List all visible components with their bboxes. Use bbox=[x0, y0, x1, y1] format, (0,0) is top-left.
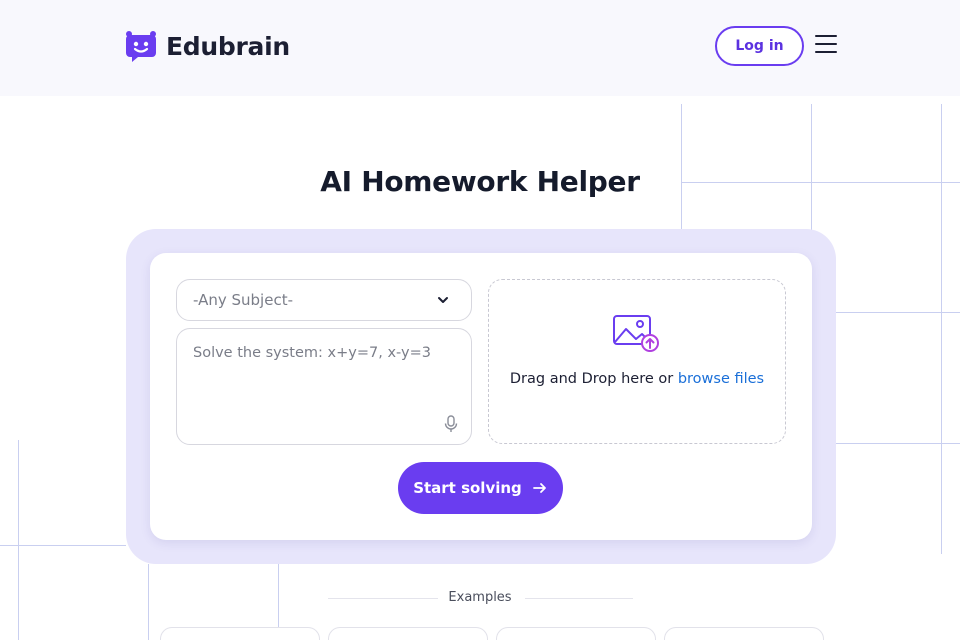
file-drop-zone[interactable] bbox=[488, 279, 786, 444]
page-title: AI Homework Helper bbox=[320, 165, 640, 198]
question-input[interactable]: Solve the system: x+y=7, x-y=3 bbox=[176, 328, 472, 445]
example-card[interactable] bbox=[160, 627, 320, 640]
examples-heading: Examples bbox=[448, 590, 512, 605]
example-card[interactable] bbox=[664, 627, 824, 640]
subject-select[interactable]: -Any Subject- bbox=[176, 279, 472, 321]
drop-zone-text: Drag and Drop here or browse files bbox=[488, 371, 786, 387]
chevron-down-icon bbox=[438, 297, 448, 303]
arrow-right-icon bbox=[532, 483, 546, 493]
question-input-placeholder: Solve the system: x+y=7, x-y=3 bbox=[193, 345, 431, 361]
start-solving-button[interactable]: Start solving bbox=[398, 462, 563, 514]
image-upload-icon bbox=[613, 315, 659, 352]
logo-face-icon bbox=[126, 31, 156, 62]
drop-zone-label: Drag and Drop here or bbox=[509, 371, 678, 387]
start-solving-label: Start solving bbox=[413, 479, 522, 497]
hamburger-menu-icon[interactable] bbox=[815, 35, 837, 57]
site-header: Edubrain Log in bbox=[0, 0, 960, 96]
grid-line bbox=[836, 312, 960, 313]
example-card[interactable] bbox=[328, 627, 488, 640]
subject-select-value: -Any Subject- bbox=[193, 291, 293, 309]
microphone-icon[interactable] bbox=[443, 415, 459, 433]
login-button[interactable]: Log in bbox=[715, 26, 804, 66]
brand-logo[interactable]: Edubrain bbox=[124, 29, 290, 63]
grid-line bbox=[18, 440, 19, 640]
grid-line bbox=[836, 443, 960, 444]
browse-files-link[interactable]: browse files bbox=[678, 371, 764, 387]
example-card[interactable] bbox=[496, 627, 656, 640]
brand-name: Edubrain bbox=[166, 31, 290, 61]
